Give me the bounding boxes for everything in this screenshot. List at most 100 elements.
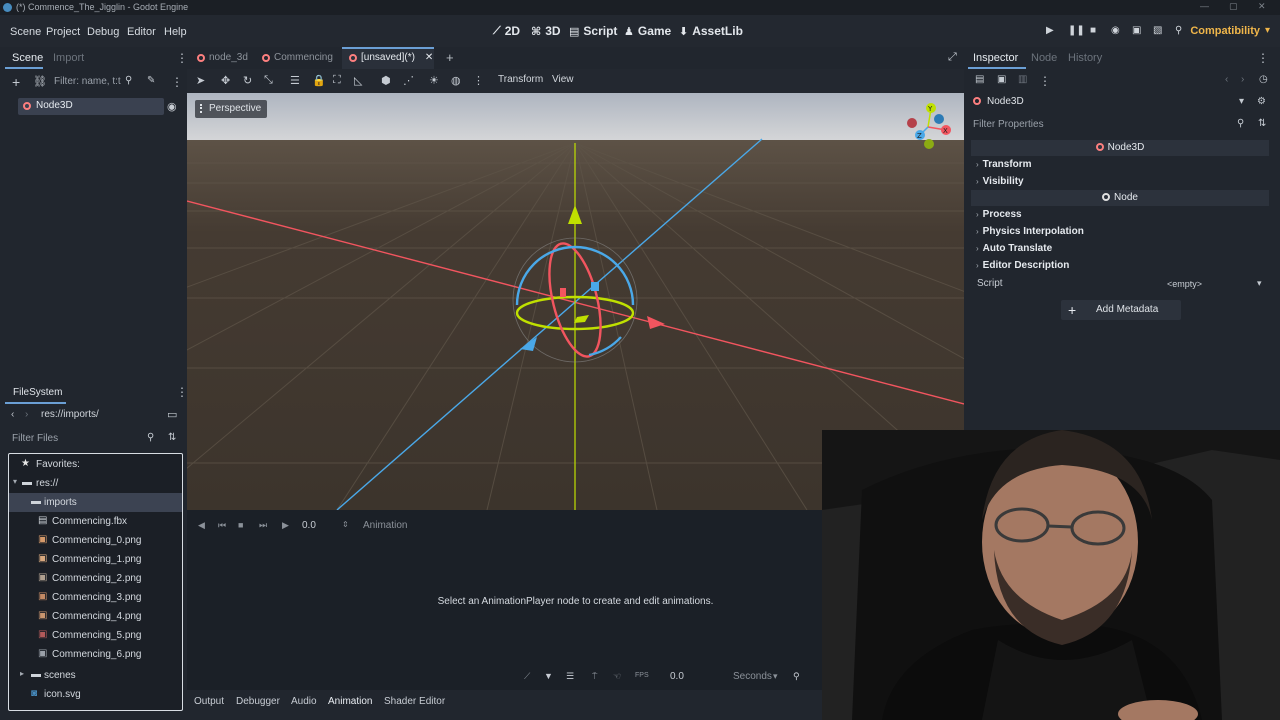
- maximize-icon[interactable]: ▢: [1229, 1, 1238, 12]
- snap-time-icon[interactable]: ⍑: [592, 671, 597, 682]
- snap-step-icon[interactable]: ☜: [613, 671, 621, 682]
- dock-menu-icon[interactable]: ⋮: [1257, 51, 1269, 65]
- move-tool-icon[interactable]: ✥: [221, 74, 230, 87]
- play-icon[interactable]: ▶: [1046, 25, 1054, 36]
- tab-inspector[interactable]: Inspector: [973, 52, 1018, 64]
- fs-file[interactable]: ▣ Commencing_5.png: [9, 626, 182, 645]
- tree-item-node3d[interactable]: Node3D: [18, 98, 164, 115]
- search-icon[interactable]: ⚲: [147, 432, 154, 443]
- tab-commencing[interactable]: Commencing: [262, 52, 333, 63]
- category-auto-translate[interactable]: › Auto Translate: [976, 243, 1052, 254]
- tab-filesystem[interactable]: FileSystem: [13, 387, 62, 398]
- remote-debug-icon[interactable]: ◉: [1111, 25, 1120, 36]
- workspace-game-button[interactable]: ♟ Game: [624, 24, 671, 38]
- tab-audio[interactable]: Audio: [291, 696, 317, 707]
- environment-preview-icon[interactable]: ◍: [451, 74, 461, 87]
- chevron-down-icon[interactable]: ▾: [1257, 278, 1262, 289]
- fs-folder-res[interactable]: ▾ ▬ res://: [9, 474, 182, 493]
- ruler-icon[interactable]: ◺: [354, 74, 362, 87]
- movie-maker-icon[interactable]: ⚲: [1175, 25, 1182, 36]
- category-editor-description[interactable]: › Editor Description: [976, 260, 1069, 271]
- close-window-icon[interactable]: ✕: [1258, 1, 1266, 12]
- distraction-free-icon[interactable]: ⤢: [948, 51, 957, 64]
- tab-shader-editor[interactable]: Shader Editor: [384, 696, 445, 707]
- split-view-icon[interactable]: ▭: [167, 408, 177, 421]
- sort-icon[interactable]: ⇅: [168, 432, 176, 443]
- play-custom-icon[interactable]: ▧: [1153, 25, 1162, 36]
- fs-file[interactable]: ▣ Commencing_0.png: [9, 531, 182, 550]
- tab-animation[interactable]: Animation: [328, 696, 372, 707]
- snap-icon[interactable]: ⋰: [403, 74, 414, 87]
- more-icon[interactable]: ⋮: [473, 74, 484, 87]
- visibility-eye-icon[interactable]: ◉: [167, 100, 177, 113]
- transform-menu[interactable]: Transform: [498, 74, 543, 85]
- save-resource-icon[interactable]: ▥: [1018, 74, 1027, 85]
- xy-plane-handle[interactable]: [560, 288, 566, 297]
- workspace-3d-button[interactable]: ⌘ 3D: [531, 24, 561, 38]
- menu-scene[interactable]: Scene: [10, 26, 41, 38]
- local-space-icon[interactable]: ⬢: [381, 74, 391, 87]
- fs-path-field[interactable]: res://imports/: [41, 409, 99, 420]
- new-resource-icon[interactable]: ▤: [975, 74, 984, 85]
- category-visibility[interactable]: › Visibility: [976, 176, 1024, 187]
- fs-folder-scenes[interactable]: ▸ ▬ scenes: [9, 666, 182, 685]
- animation-time-field[interactable]: 0.0: [302, 520, 316, 531]
- fs-file[interactable]: ▣ Commencing_2.png: [9, 569, 182, 588]
- close-tab-icon[interactable]: ✕: [425, 52, 433, 63]
- tab-unsaved[interactable]: [unsaved](*) ✕: [349, 52, 433, 63]
- script-attach-icon[interactable]: ✎: [147, 75, 155, 86]
- chevron-down-icon[interactable]: ▾: [1265, 25, 1270, 36]
- tab-debugger[interactable]: Debugger: [236, 696, 280, 707]
- track-list-icon[interactable]: ☰: [566, 671, 574, 682]
- category-process[interactable]: › Process: [976, 209, 1022, 220]
- scene-filter-input[interactable]: Filter: name, t:t: [48, 73, 124, 91]
- object-history-icon[interactable]: ◷: [1259, 74, 1268, 85]
- link-icon[interactable]: ⛓: [33, 75, 47, 88]
- search-icon[interactable]: ⚲: [125, 75, 132, 86]
- object-tools-icon[interactable]: ⚙: [1257, 96, 1266, 107]
- play-scene-icon[interactable]: ▣: [1132, 25, 1141, 36]
- view-menu[interactable]: View: [552, 74, 574, 85]
- menu-project[interactable]: Project: [46, 26, 80, 38]
- time-unit-select[interactable]: Seconds: [733, 671, 772, 682]
- category-transform[interactable]: › Transform: [976, 159, 1032, 170]
- new-tab-icon[interactable]: +: [446, 50, 454, 65]
- fs-file[interactable]: ▤ Commencing.fbx: [9, 512, 182, 531]
- renderer-selector[interactable]: Compatibility: [1190, 25, 1260, 37]
- tab-scene[interactable]: Scene: [12, 52, 43, 64]
- minimize-icon[interactable]: —: [1200, 1, 1209, 11]
- zoom-icon[interactable]: ⚲: [793, 671, 800, 682]
- menu-editor[interactable]: Editor: [127, 26, 156, 38]
- resource-menu-icon[interactable]: ⋮: [1039, 74, 1051, 88]
- fs-folder-imports[interactable]: ▬ imports: [9, 493, 182, 512]
- menu-help[interactable]: Help: [164, 26, 187, 38]
- inspector-options-icon[interactable]: ⇅: [1258, 118, 1266, 129]
- add-metadata-button[interactable]: + Add Metadata: [1061, 300, 1181, 320]
- stop-icon[interactable]: ■: [1090, 25, 1096, 36]
- spin-arrows-icon[interactable]: ⇕: [342, 520, 349, 529]
- tab-node-3d[interactable]: node_3d: [197, 52, 248, 63]
- fs-favorites[interactable]: ★ Favorites:: [9, 455, 182, 474]
- play-backwards-icon[interactable]: ◀: [198, 520, 205, 531]
- property-filter-input[interactable]: Filter Properties: [973, 119, 1044, 130]
- menu-debug[interactable]: Debug: [87, 26, 119, 38]
- workspace-assetlib-button[interactable]: ⬇ AssetLib: [679, 24, 743, 38]
- load-resource-icon[interactable]: ▣: [997, 74, 1006, 85]
- tab-import[interactable]: Import: [53, 52, 84, 64]
- fs-file[interactable]: ◙ icon.svg: [9, 685, 182, 704]
- perspective-menu-button[interactable]: Perspective: [195, 100, 268, 118]
- play-icon[interactable]: ▶: [282, 520, 289, 531]
- tab-node[interactable]: Node: [1031, 52, 1057, 64]
- lock-icon[interactable]: 🔒: [312, 74, 326, 87]
- select-tool-icon[interactable]: ➤: [196, 74, 205, 87]
- add-node-icon[interactable]: +: [12, 74, 20, 90]
- tab-output[interactable]: Output: [194, 696, 224, 707]
- workspace-script-button[interactable]: ▤ Script: [569, 24, 617, 38]
- sun-preview-icon[interactable]: ☀: [429, 74, 439, 87]
- fs-file[interactable]: ▣ Commencing_3.png: [9, 588, 182, 607]
- yz-plane-handle[interactable]: [591, 282, 599, 291]
- history-back-icon[interactable]: ‹: [1225, 74, 1228, 85]
- play-backwards-start-icon[interactable]: ⏮: [218, 520, 226, 531]
- fps-value[interactable]: 0.0: [670, 671, 684, 682]
- list-select-icon[interactable]: ☰: [290, 74, 300, 87]
